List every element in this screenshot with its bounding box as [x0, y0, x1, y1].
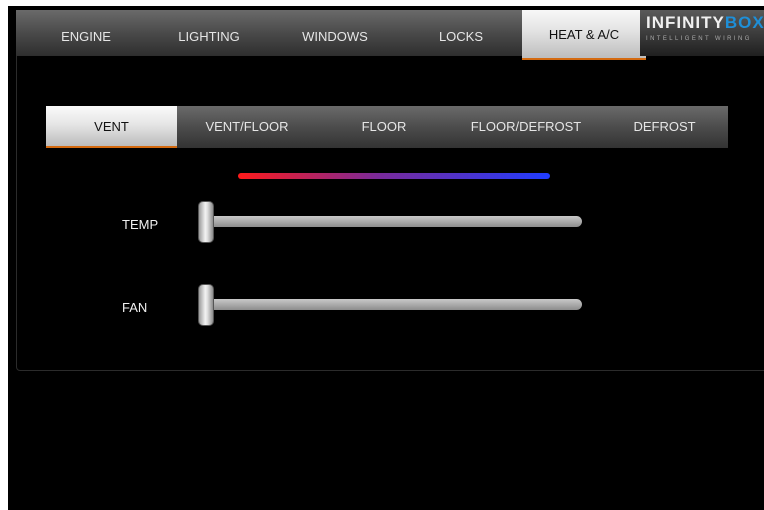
- tab-heat-ac[interactable]: HEAT & A/C: [522, 10, 646, 60]
- temp-slider-track[interactable]: [204, 216, 582, 227]
- tab-windows[interactable]: WINDOWS: [272, 14, 398, 60]
- infinitybox-logo: INFINITYBOX INTELLIGENT WIRING: [640, 10, 764, 56]
- temp-slider-thumb[interactable]: [198, 201, 214, 243]
- mode-floor[interactable]: FLOOR: [317, 106, 451, 148]
- mode-selector: VENT VENT/FLOOR FLOOR FLOOR/DEFROST DEFR…: [46, 106, 728, 148]
- tab-locks[interactable]: LOCKS: [398, 14, 524, 60]
- mode-vent-floor[interactable]: VENT/FLOOR: [177, 106, 317, 148]
- logo-text-main: INFINITY: [646, 13, 725, 32]
- logo-subtitle: INTELLIGENT WIRING: [646, 36, 752, 42]
- climate-panel: [16, 56, 764, 371]
- tab-lighting[interactable]: LIGHTING: [146, 14, 272, 60]
- fan-slider-track[interactable]: [204, 299, 582, 310]
- logo-text-accent: BOX: [724, 13, 764, 32]
- temperature-color-scale: [238, 173, 550, 179]
- fan-slider-thumb[interactable]: [198, 284, 214, 326]
- tab-engine[interactable]: ENGINE: [26, 14, 146, 60]
- mode-defrost[interactable]: DEFROST: [601, 106, 728, 148]
- temp-label: TEMP: [122, 217, 159, 232]
- fan-label: FAN: [122, 300, 148, 315]
- app-window: ENGINE LIGHTING WINDOWS LOCKS HEAT & A/C…: [8, 6, 764, 510]
- mode-vent[interactable]: VENT: [46, 106, 177, 148]
- mode-floor-defrost[interactable]: FLOOR/DEFROST: [451, 106, 601, 148]
